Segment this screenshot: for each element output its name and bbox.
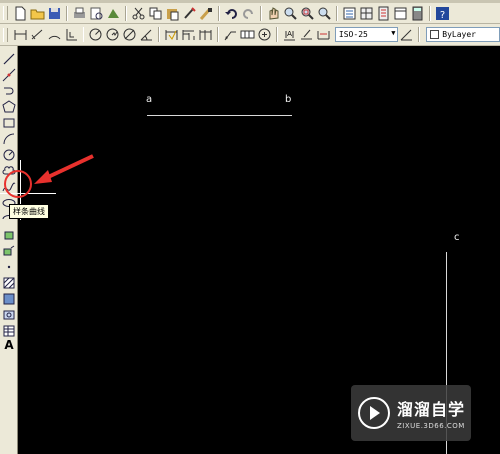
polygon-icon[interactable] bbox=[2, 100, 16, 114]
toolbar-separator bbox=[336, 5, 338, 21]
layer-color-select[interactable]: ByLayer bbox=[426, 27, 500, 42]
toolbar-separator bbox=[125, 5, 127, 21]
radius-icon[interactable] bbox=[88, 27, 103, 42]
point-label-a: a bbox=[146, 94, 153, 105]
properties-icon[interactable] bbox=[342, 6, 357, 21]
toolbar-grip[interactable] bbox=[3, 27, 8, 42]
open-icon[interactable] bbox=[30, 6, 45, 21]
quick-dimension-icon[interactable] bbox=[164, 27, 179, 42]
tolerance-icon[interactable] bbox=[240, 27, 255, 42]
color-swatch-icon bbox=[430, 30, 440, 39]
ordinate-icon[interactable] bbox=[64, 27, 79, 42]
paste-icon[interactable] bbox=[165, 6, 180, 21]
toolbar-separator bbox=[158, 27, 161, 42]
toolbar-separator bbox=[217, 27, 220, 42]
continue-icon[interactable] bbox=[198, 27, 213, 42]
highlight-circle-icon bbox=[4, 170, 32, 198]
leader-icon[interactable] bbox=[223, 27, 238, 42]
toolbar-grip[interactable] bbox=[3, 6, 8, 20]
angular-icon[interactable] bbox=[139, 27, 154, 42]
baseline-icon[interactable] bbox=[181, 27, 196, 42]
arc-icon[interactable] bbox=[2, 132, 16, 146]
dimension-edit-icon[interactable]: A bbox=[282, 27, 297, 42]
svg-text:?: ? bbox=[440, 10, 445, 21]
help-icon[interactable]: ? bbox=[435, 6, 450, 21]
zoom-realtime-icon[interactable] bbox=[283, 6, 298, 21]
toolbar-separator bbox=[276, 27, 278, 42]
paint-icon[interactable] bbox=[199, 6, 214, 21]
design-center-icon[interactable] bbox=[359, 6, 374, 21]
play-logo-icon bbox=[358, 397, 390, 429]
toolbar-separator bbox=[218, 5, 220, 21]
calculator-icon[interactable] bbox=[410, 6, 425, 21]
gradient-icon[interactable] bbox=[2, 292, 16, 306]
center-mark-icon[interactable] bbox=[257, 27, 272, 42]
draw-toolbar: A bbox=[0, 46, 18, 454]
arc-length-icon[interactable] bbox=[47, 27, 62, 42]
line-ab[interactable] bbox=[147, 115, 292, 116]
insert-block-icon[interactable] bbox=[2, 228, 16, 242]
match-properties-icon[interactable] bbox=[182, 6, 197, 21]
sheet-set-icon[interactable] bbox=[393, 6, 408, 21]
dimension-toolbar: A ISO-25 ▼ ByLayer bbox=[0, 24, 500, 46]
multiline-text-icon[interactable]: A bbox=[2, 338, 16, 352]
region-icon[interactable] bbox=[2, 308, 16, 322]
annotation-arrow bbox=[4, 154, 94, 198]
copy-icon[interactable] bbox=[148, 6, 163, 21]
rectangle-icon[interactable] bbox=[2, 116, 16, 130]
toolbar-separator bbox=[66, 5, 68, 21]
new-icon[interactable] bbox=[13, 6, 28, 21]
arrow-head-icon bbox=[34, 170, 52, 184]
zoom-window-icon[interactable] bbox=[300, 6, 315, 21]
hatch-icon[interactable] bbox=[2, 276, 16, 290]
jogged-icon[interactable] bbox=[105, 27, 120, 42]
toolbar-separator bbox=[429, 5, 431, 21]
watermark: 溜溜自学 ZIXUE.3D66.COM bbox=[351, 385, 471, 441]
construction-line-icon[interactable] bbox=[2, 68, 16, 82]
linear-dimension-icon[interactable] bbox=[13, 27, 28, 42]
table-icon[interactable] bbox=[2, 324, 16, 338]
diameter-icon[interactable] bbox=[122, 27, 137, 42]
line-icon[interactable] bbox=[2, 52, 16, 66]
toolbar-separator bbox=[82, 27, 85, 42]
arrow-shaft bbox=[45, 154, 94, 180]
chevron-down-icon: ▼ bbox=[391, 29, 396, 37]
watermark-url: ZIXUE.3D66.COM bbox=[397, 422, 465, 430]
point-label-c: c bbox=[454, 232, 460, 243]
dimension-text-edit-icon[interactable] bbox=[299, 27, 314, 42]
preview-icon[interactable] bbox=[89, 6, 104, 21]
standard-toolbar: ? bbox=[0, 0, 500, 24]
point-icon[interactable] bbox=[2, 260, 16, 274]
make-block-icon[interactable] bbox=[2, 244, 16, 258]
aligned-dimension-icon[interactable] bbox=[30, 27, 45, 42]
pan-icon[interactable] bbox=[266, 6, 281, 21]
dimension-update-icon[interactable] bbox=[316, 27, 331, 42]
undo-icon[interactable] bbox=[224, 6, 239, 21]
tooltip-spline: 样条曲线 bbox=[9, 204, 49, 219]
polyline-icon[interactable] bbox=[2, 84, 16, 98]
save-icon[interactable] bbox=[47, 6, 62, 21]
cut-icon[interactable] bbox=[131, 6, 146, 21]
zoom-previous-icon[interactable] bbox=[317, 6, 332, 21]
dimension-style-icon[interactable] bbox=[399, 27, 414, 42]
layer-color-value: ByLayer bbox=[442, 30, 476, 39]
point-label-b: b bbox=[285, 94, 292, 105]
print-icon[interactable] bbox=[72, 6, 87, 21]
toolbar-separator bbox=[260, 5, 262, 21]
tool-palette-icon[interactable] bbox=[376, 6, 391, 21]
redo-icon[interactable] bbox=[241, 6, 256, 21]
dimstyle-value: ISO-25 bbox=[338, 30, 368, 39]
watermark-title: 溜溜自学 bbox=[397, 400, 466, 419]
toolbar-separator bbox=[418, 27, 421, 42]
dimstyle-select[interactable]: ISO-25 ▼ bbox=[334, 27, 399, 42]
svg-text:A: A bbox=[287, 30, 292, 38]
publish-icon[interactable] bbox=[106, 6, 121, 21]
